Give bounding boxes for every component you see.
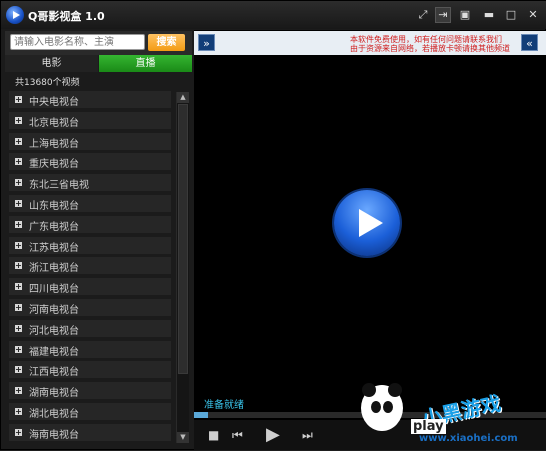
channel-label: 中央电视台	[29, 97, 79, 108]
channel-label: 江西电视台	[29, 367, 79, 379]
expand-plus-icon[interactable]: +	[15, 262, 22, 270]
expand-plus-icon[interactable]: +	[15, 220, 22, 228]
close-icon[interactable]: ✕	[525, 7, 541, 23]
channel-label: 湖北电视台	[29, 409, 79, 420]
scroll-down-icon[interactable]: ▼	[177, 432, 189, 443]
collapse-left-icon[interactable]: «	[521, 34, 538, 51]
channel-item[interactable]: + 浙江电视台	[9, 257, 171, 275]
channel-item[interactable]: + 江苏电视台	[9, 236, 171, 254]
channel-item[interactable]: + 上海电视台	[9, 132, 171, 150]
site-watermark: 小黑游戏 play www.xiaohei.com	[351, 381, 546, 451]
channel-label: 浙江电视台	[29, 263, 79, 275]
channel-item[interactable]: + 山东电视台	[9, 195, 171, 212]
watermark-url: www.xiaohei.com	[419, 433, 518, 444]
minimize-icon[interactable]: ▬	[481, 7, 497, 23]
channel-label: 河北电视台	[29, 325, 79, 337]
channel-item[interactable]: + 江西电视台	[9, 361, 171, 379]
channel-item[interactable]: + 中央电视台	[9, 91, 171, 108]
channel-label: 福建电视台	[29, 346, 79, 358]
channel-scrollbar[interactable]: ▲ ▼	[176, 92, 189, 443]
expand-plus-icon[interactable]: +	[15, 387, 22, 395]
mini-mode-icon[interactable]: ▣	[457, 7, 473, 23]
channel-label: 湖南电视台	[29, 388, 79, 400]
stop-icon[interactable]: ■	[208, 425, 219, 445]
watermark-play: play	[411, 419, 446, 434]
channel-label: 河南电视台	[29, 305, 79, 316]
marquee-line-2: 由于资源来自网络，若播放卡顿请换其他频道	[350, 44, 510, 53]
category-tabs: 电影 直播	[5, 55, 192, 72]
player-status: 准备就绪	[204, 400, 244, 411]
scroll-thumb[interactable]	[178, 104, 188, 374]
window-title: Q哥影视盒 1.0	[28, 10, 105, 23]
marquee-line-1: 本软件免费使用，如有任何问题请联系我们	[350, 35, 502, 44]
video-count: 共13680个视频	[15, 78, 80, 88]
channel-item[interactable]: + 海南电视台	[9, 423, 171, 441]
channel-label: 重庆电视台	[29, 159, 79, 171]
channel-item[interactable]: + 湖北电视台	[9, 403, 171, 420]
tab-movie[interactable]: 电影	[5, 55, 98, 72]
fullscreen-icon[interactable]: ⤢	[415, 7, 431, 23]
app-logo-icon	[6, 6, 24, 24]
channel-item[interactable]: + 北京电视台	[9, 111, 171, 129]
search-bar: 搜索	[5, 31, 192, 55]
next-icon[interactable]: ⏭	[302, 425, 313, 445]
channel-item[interactable]: + 东北三省电视	[9, 174, 171, 192]
channel-label: 四川电视台	[29, 284, 79, 296]
expand-plus-icon[interactable]: +	[15, 366, 22, 374]
channel-item[interactable]: + 四川电视台	[9, 278, 171, 296]
notice-marquee: 本软件免费使用，如有任何问题请联系我们 由于资源来自网络，若播放卡顿请换其他频道	[350, 35, 518, 53]
maximize-icon[interactable]: □	[503, 7, 519, 23]
channel-label: 上海电视台	[29, 138, 79, 150]
channel-label: 江苏电视台	[29, 242, 79, 254]
player-top-bar: » 本软件免费使用，如有任何问题请联系我们 由于资源来自网络，若播放卡顿请换其他…	[194, 31, 546, 55]
channel-item[interactable]: + 湖南电视台	[9, 382, 171, 400]
expand-plus-icon[interactable]: +	[15, 200, 22, 208]
title-bar[interactable]: Q哥影视盒 1.0 ⤢ ⇥ ▣ ▬ □ ✕	[1, 1, 546, 29]
app-window: Q哥影视盒 1.0 ⤢ ⇥ ▣ ▬ □ ✕ 搜索 电影 直播 共13680个视频…	[0, 0, 546, 450]
panda-mascot-icon	[361, 383, 403, 431]
expand-plus-icon[interactable]: +	[15, 345, 22, 353]
expand-plus-icon[interactable]: +	[15, 179, 22, 187]
search-input[interactable]	[10, 34, 145, 50]
channel-list: + 中央电视台 + 北京电视台 + 上海电视台 + 重庆电视台 + 东北三省电视 + 山东电视台 + 广东…	[5, 91, 174, 443]
channel-label: 山东电视台	[29, 201, 79, 212]
expand-plus-icon[interactable]: +	[15, 96, 22, 104]
channel-item[interactable]: + 福建电视台	[9, 340, 171, 358]
channel-label: 海南电视台	[29, 429, 79, 441]
pin-icon[interactable]: ⇥	[435, 7, 451, 23]
channel-item[interactable]: + 广东电视台	[9, 215, 171, 233]
channel-item[interactable]: + 河北电视台	[9, 319, 171, 337]
channel-label: 广东电视台	[29, 221, 79, 233]
channel-label: 北京电视台	[29, 117, 79, 129]
expand-plus-icon[interactable]: +	[15, 283, 22, 291]
expand-plus-icon[interactable]: +	[15, 116, 22, 124]
big-play-icon[interactable]	[334, 190, 400, 256]
expand-plus-icon[interactable]: +	[15, 137, 22, 145]
expand-plus-icon[interactable]: +	[15, 428, 22, 436]
channel-item[interactable]: + 重庆电视台	[9, 153, 171, 171]
play-icon[interactable]: ▶	[266, 425, 280, 445]
previous-icon[interactable]: ⏮	[232, 425, 243, 445]
progress-fill	[194, 412, 209, 418]
expand-plus-icon[interactable]: +	[15, 241, 22, 249]
expand-plus-icon[interactable]: +	[15, 408, 22, 416]
tab-live[interactable]: 直播	[99, 55, 192, 72]
search-button[interactable]: 搜索	[148, 34, 185, 51]
channel-item[interactable]: + 河南电视台	[9, 299, 171, 316]
expand-plus-icon[interactable]: +	[15, 324, 22, 332]
channel-label: 东北三省电视	[29, 180, 89, 192]
expand-plus-icon[interactable]: +	[15, 304, 22, 312]
scroll-up-icon[interactable]: ▲	[177, 92, 189, 103]
expand-right-icon[interactable]: »	[198, 34, 215, 51]
expand-plus-icon[interactable]: +	[15, 158, 22, 166]
